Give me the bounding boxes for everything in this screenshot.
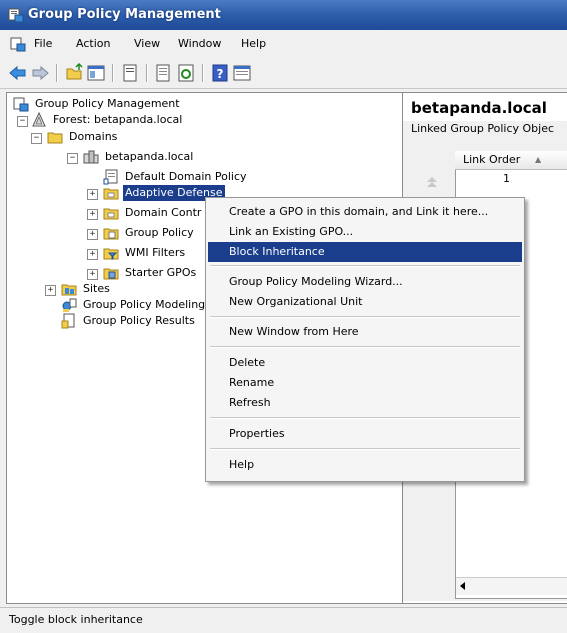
refresh-icon[interactable]	[176, 63, 196, 83]
link-order-cell[interactable]: 1	[503, 172, 510, 185]
menu-bar: File Action View Window Help	[0, 30, 567, 59]
tree-node-label: Default Domain Policy	[125, 170, 247, 183]
menu-file[interactable]: File	[34, 37, 52, 50]
details-title: betapanda.local	[411, 99, 547, 117]
expand-adaptive-defense-toggle[interactable]: +	[87, 189, 98, 200]
menu-refresh[interactable]: Refresh	[208, 393, 522, 413]
domain-icon	[83, 150, 99, 164]
window-title: Group Policy Management	[28, 7, 221, 22]
up-folder-icon[interactable]	[64, 63, 84, 83]
status-bar: Toggle block inheritance	[0, 607, 567, 633]
expand-wmi-filters-toggle[interactable]: +	[87, 249, 98, 260]
tree-node-label: Group Policy	[125, 226, 194, 239]
menu-properties[interactable]: Properties	[208, 424, 522, 444]
export-list-icon[interactable]	[154, 63, 174, 83]
sort-ascending-icon: ▲	[535, 155, 542, 164]
tree-node-label: Domain Contr	[125, 206, 202, 219]
horizontal-scrollbar[interactable]	[456, 577, 567, 595]
title-bar[interactable]: Group Policy Management	[0, 0, 567, 30]
column-header-label: Link Order	[463, 153, 521, 166]
wmi-filter-icon	[103, 248, 119, 260]
expand-starter-gpos-toggle[interactable]: +	[87, 269, 98, 280]
domains-folder-icon	[47, 132, 63, 144]
expand-group-policy-objects-toggle[interactable]: +	[87, 229, 98, 240]
expand-sites-toggle[interactable]: +	[45, 285, 56, 296]
toolbar: ?	[0, 58, 567, 89]
menu-create-gpo-link[interactable]: Create a GPO in this domain, and Link it…	[208, 202, 522, 222]
menu-delete[interactable]: Delete	[208, 353, 522, 373]
tab-linked-gpos[interactable]: Linked Group Policy Objec	[411, 122, 554, 135]
move-up-icon[interactable]	[425, 175, 439, 189]
forest-icon	[32, 112, 46, 127]
console-icon[interactable]	[10, 36, 26, 52]
tree-node-label: Starter GPOs	[125, 266, 197, 279]
back-arrow-icon[interactable]	[8, 63, 28, 83]
ou-folder-icon	[103, 188, 119, 200]
tree-node-label: WMI Filters	[125, 246, 186, 259]
menu-separator	[210, 448, 520, 450]
menu-block-inheritance[interactable]: Block Inheritance	[208, 242, 522, 262]
starter-gpo-folder-icon	[103, 268, 119, 280]
details-view-icon[interactable]	[232, 63, 252, 83]
column-header-link-order[interactable]: Link Order ▲	[455, 151, 567, 170]
menu-new-window[interactable]: New Window from Here	[208, 322, 522, 342]
context-menu: Create a GPO in this domain, and Link it…	[205, 197, 525, 482]
help-icon[interactable]: ?	[210, 63, 230, 83]
show-hide-tree-icon[interactable]	[86, 63, 106, 83]
tree-node-label: Domains	[69, 130, 118, 143]
sites-icon	[61, 284, 77, 296]
tree-node-label: Group Policy Modeling	[83, 298, 206, 311]
scroll-left-icon[interactable]	[458, 581, 468, 591]
gpmc-app-icon	[8, 8, 24, 23]
properties-sheet-icon[interactable]	[120, 63, 140, 83]
menu-help[interactable]: Help	[241, 37, 266, 50]
gpmc-icon	[13, 97, 29, 112]
menu-action[interactable]: Action	[76, 37, 110, 50]
tree-node-label: Forest: betapanda.local	[53, 113, 183, 126]
menu-link-existing-gpo[interactable]: Link an Existing GPO...	[208, 222, 522, 242]
menu-window[interactable]: Window	[178, 37, 221, 50]
menu-gp-modeling-wizard[interactable]: Group Policy Modeling Wizard...	[208, 272, 522, 292]
tree-node-label: betapanda.local	[105, 150, 194, 163]
expand-domain-controllers-toggle[interactable]: +	[87, 209, 98, 220]
tree-node-label: Group Policy Results	[83, 314, 195, 327]
gpo-folder-icon	[103, 228, 119, 240]
menu-rename[interactable]: Rename	[208, 373, 522, 393]
gp-modeling-icon	[62, 298, 77, 312]
tree-node-label: Group Policy Management	[35, 97, 180, 110]
svg-text:?: ?	[217, 67, 224, 81]
menu-separator	[210, 417, 520, 419]
tree-node-label: Sites	[83, 282, 110, 295]
menu-separator	[210, 316, 520, 318]
menu-separator	[210, 346, 520, 348]
forward-arrow-icon[interactable]	[30, 63, 50, 83]
status-text: Toggle block inheritance	[9, 613, 143, 626]
menu-new-ou[interactable]: New Organizational Unit	[208, 292, 522, 312]
ou-folder-icon	[103, 208, 119, 220]
collapse-domain-toggle[interactable]: −	[67, 153, 78, 164]
menu-view[interactable]: View	[134, 37, 160, 50]
gp-results-icon	[61, 313, 75, 329]
collapse-domains-toggle[interactable]: −	[31, 133, 42, 144]
menu-help-item[interactable]: Help	[208, 455, 522, 475]
menu-separator	[210, 265, 520, 267]
gpo-link-icon	[103, 169, 118, 185]
collapse-forest-toggle[interactable]: −	[17, 116, 28, 127]
